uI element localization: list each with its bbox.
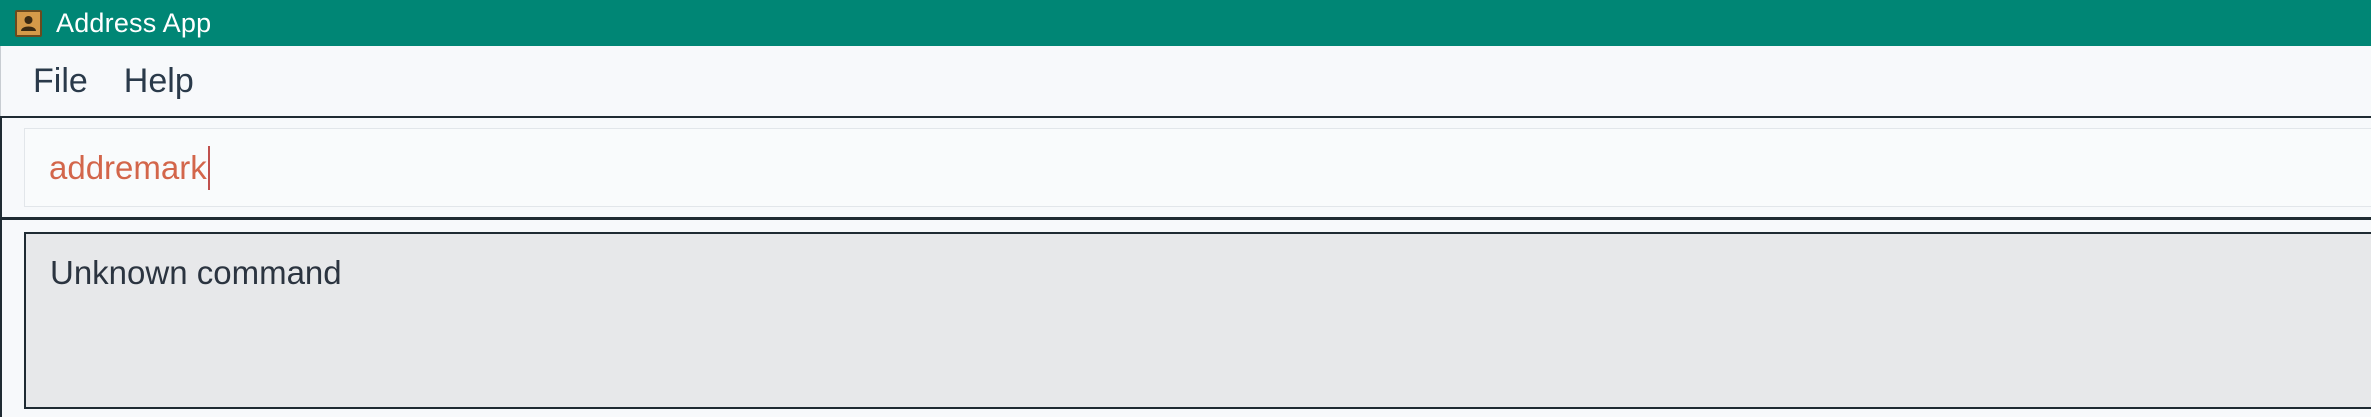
text-caret [207, 145, 210, 190]
menu-bar: File Help [0, 46, 2371, 116]
result-message: Unknown command [50, 254, 342, 291]
command-input-text: addremark [49, 148, 207, 186]
menu-help[interactable]: Help [124, 62, 194, 101]
address-book-icon [15, 9, 42, 37]
result-display: Unknown command [24, 232, 2371, 409]
result-panel: Unknown command [0, 220, 2371, 417]
command-panel: addremark [0, 116, 2371, 220]
menu-file[interactable]: File [33, 62, 88, 101]
window-title: Address App [56, 7, 212, 38]
command-input[interactable]: addremark [24, 128, 2371, 207]
title-bar: Address App [0, 0, 2371, 46]
